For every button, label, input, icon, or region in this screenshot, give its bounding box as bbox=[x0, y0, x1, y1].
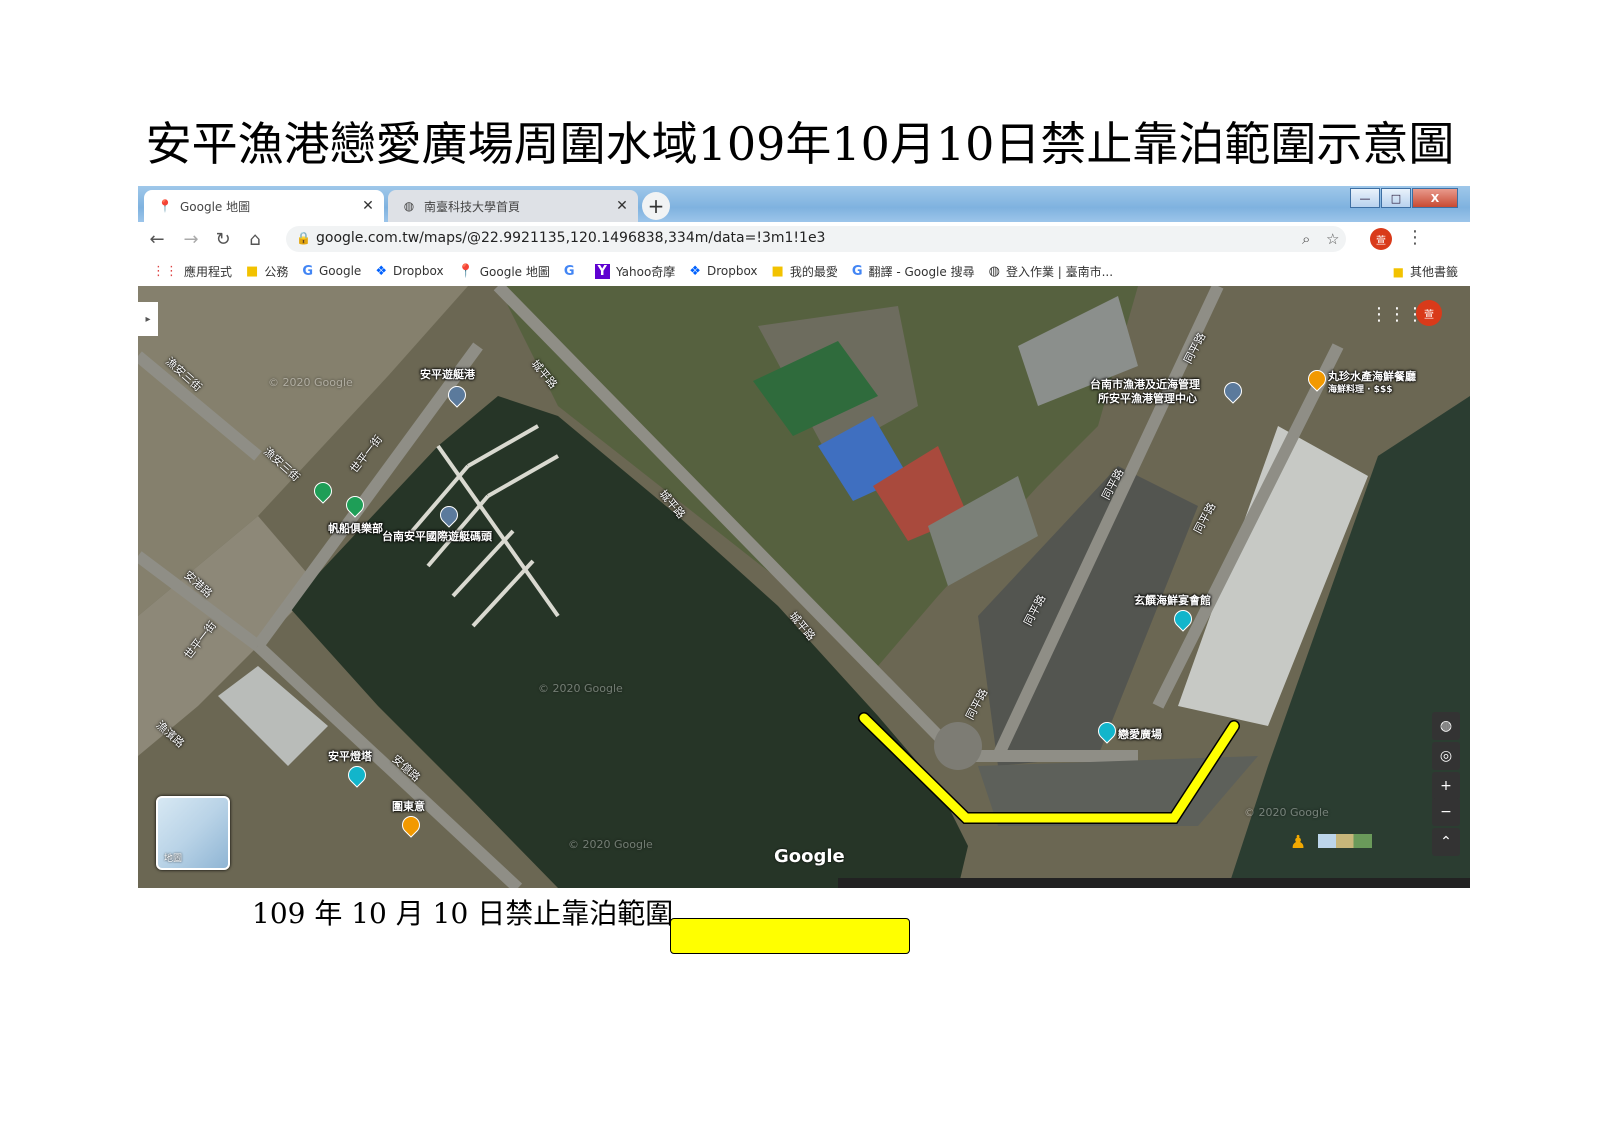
my-location-icon[interactable]: ◎ bbox=[1432, 742, 1460, 770]
bookmark-apps[interactable]: ⋮⋮ 應用程式 bbox=[152, 263, 232, 280]
map-profile-avatar[interactable]: 萱 bbox=[1416, 300, 1442, 326]
window-controls: — □ X bbox=[1349, 188, 1458, 208]
bookmark-google-2[interactable]: G bbox=[564, 264, 581, 279]
legend-text: 109 年 10 月 10 日禁止靠泊範圍 bbox=[252, 897, 674, 930]
bookmark-dropbox[interactable]: ❖ Dropbox bbox=[375, 264, 443, 279]
bookmark-tainan-login[interactable]: ◍ 登入作業 | 臺南市... bbox=[989, 263, 1113, 280]
globe-view-icon[interactable]: ◍ bbox=[1432, 712, 1460, 740]
place-label[interactable]: 台南安平國際遊艇碼頭 bbox=[382, 528, 492, 544]
expand-icon[interactable]: ⌃ bbox=[1432, 828, 1460, 856]
map-watermark: © 2020 Google bbox=[538, 682, 623, 695]
globe-icon: ◍ bbox=[988, 263, 1000, 279]
place-label[interactable]: 安平遊艇港 bbox=[420, 366, 475, 382]
place-label[interactable]: 玄饌海鮮宴會館 bbox=[1134, 592, 1211, 608]
yahoo-icon: Y bbox=[594, 263, 610, 279]
bookmark-yahoo[interactable]: Y Yahoo奇摩 bbox=[594, 263, 675, 280]
layers-thumbnail[interactable]: 地圖 bbox=[156, 796, 230, 870]
imagery-thumbs[interactable] bbox=[1318, 834, 1372, 848]
folder-icon: ■ bbox=[1392, 264, 1404, 279]
document-title: 安平漁港戀愛廣場周圍水域109年10月10日禁止靠泊範圍示意圖 bbox=[145, 117, 1455, 171]
browser-screenshot: 📍 Google 地圖 ✕ ◍ 南臺科技大學首頁 ✕ + — □ X ← → ↻… bbox=[138, 186, 1470, 888]
address-bar: ← → ↻ ⌂ 🔒 google.com.tw/maps/@22.9921135… bbox=[138, 222, 1470, 256]
place-label[interactable]: 戀愛廣場 bbox=[1118, 726, 1162, 742]
bookmark-favorites[interactable]: ■ 我的最愛 bbox=[772, 263, 838, 280]
google-g-icon: G bbox=[302, 263, 313, 279]
bookmarks-bar: ⋮⋮ 應用程式 ■ 公務 G Google ❖ Dropbox 📍 Google 地圖 G… bbox=[138, 256, 1470, 287]
map-watermark: © 2020 Google bbox=[268, 376, 353, 389]
url-bar[interactable]: 🔒 google.com.tw/maps/@22.9921135,120.149… bbox=[286, 226, 1346, 252]
reload-icon[interactable]: ↻ bbox=[212, 228, 234, 250]
zoom-out-button[interactable]: − bbox=[1432, 798, 1460, 826]
close-icon[interactable]: ✕ bbox=[358, 198, 378, 214]
menu-kebab-icon[interactable]: ⋮ bbox=[1406, 227, 1424, 248]
place-label[interactable]: 圍東意 bbox=[392, 798, 425, 814]
tab-label: Google 地圖 bbox=[180, 199, 251, 214]
google-g-icon: G bbox=[851, 263, 863, 279]
google-logo: Google bbox=[774, 846, 845, 867]
map-footer-strip bbox=[838, 878, 1470, 888]
minimize-button[interactable]: — bbox=[1350, 188, 1380, 208]
tab-stust-home[interactable]: ◍ 南臺科技大學首頁 ✕ bbox=[388, 190, 638, 222]
collapse-panel-button[interactable]: ▸ bbox=[138, 302, 158, 336]
lock-icon: 🔒 bbox=[296, 231, 311, 245]
profile-avatar[interactable]: 萱 bbox=[1370, 228, 1392, 250]
close-icon[interactable]: ✕ bbox=[612, 198, 632, 214]
new-tab-button[interactable]: + bbox=[642, 192, 670, 220]
bookmark-dropbox-2[interactable]: ❖ Dropbox bbox=[689, 264, 757, 279]
forward-arrow-icon[interactable]: → bbox=[180, 228, 202, 250]
google-maps-pin-icon: 📍 bbox=[457, 263, 474, 279]
bookmark-translate[interactable]: G 翻譯 - Google 搜尋 bbox=[852, 263, 975, 280]
maximize-button[interactable]: □ bbox=[1381, 188, 1411, 208]
place-label[interactable]: 安平燈塔 bbox=[328, 748, 372, 764]
star-icon[interactable]: ☆ bbox=[1326, 230, 1339, 248]
home-icon[interactable]: ⌂ bbox=[244, 228, 266, 250]
folder-icon: ■ bbox=[771, 263, 784, 279]
bookmark-google[interactable]: G Google bbox=[302, 264, 361, 279]
google-maps-pin-icon: 📍 bbox=[157, 199, 173, 213]
place-label[interactable]: 所安平漁港管理中心 bbox=[1098, 390, 1197, 406]
tab-bar: 📍 Google 地圖 ✕ ◍ 南臺科技大學首頁 ✕ + — □ X bbox=[138, 186, 1470, 222]
close-window-button[interactable]: X bbox=[1412, 188, 1458, 208]
tab-google-maps[interactable]: 📍 Google 地圖 ✕ bbox=[144, 190, 384, 222]
zoom-in-button[interactable]: + bbox=[1432, 772, 1460, 800]
bookmark-google-maps[interactable]: 📍 Google 地圖 bbox=[458, 263, 550, 280]
google-g-icon: G bbox=[563, 263, 575, 279]
satellite-map[interactable]: ▸ 安平遊艇港 台南安平國際遊艇碼頭 帆船俱樂部 台南市漁港及近海管理 所安平漁… bbox=[138, 286, 1470, 888]
pegman-icon[interactable]: ♟ bbox=[1290, 832, 1306, 853]
other-bookmarks[interactable]: ■ 其他書籤 bbox=[1393, 263, 1458, 280]
back-arrow-icon[interactable]: ← bbox=[146, 228, 168, 250]
bookmark-official[interactable]: ■ 公務 bbox=[246, 263, 288, 280]
zoom-icon[interactable]: ⌕ bbox=[1302, 230, 1310, 248]
legend-color-swatch bbox=[670, 918, 910, 954]
place-sub-label: 海鮮料理 · $$$ bbox=[1328, 385, 1393, 395]
url-text: google.com.tw/maps/@22.9921135,120.14968… bbox=[316, 230, 826, 246]
map-watermark: © 2020 Google bbox=[568, 838, 653, 851]
globe-icon: ◍ bbox=[403, 199, 415, 213]
apps-grid-icon: ⋮⋮ bbox=[152, 263, 178, 279]
folder-icon: ■ bbox=[246, 263, 259, 279]
map-watermark: © 2020 Google bbox=[1244, 806, 1329, 819]
dropbox-icon: ❖ bbox=[689, 263, 701, 279]
tab-label: 南臺科技大學首頁 bbox=[424, 199, 521, 214]
dropbox-icon: ❖ bbox=[375, 263, 387, 279]
place-label[interactable]: 帆船俱樂部 bbox=[328, 520, 383, 536]
